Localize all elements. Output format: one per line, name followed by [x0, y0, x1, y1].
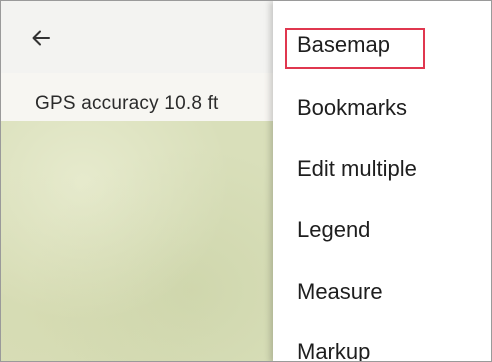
menu-item-markup[interactable]: Markup	[297, 339, 370, 361]
gps-accuracy-text: GPS accuracy 10.8 ft	[35, 93, 219, 114]
menu-item-bookmarks[interactable]: Bookmarks	[297, 95, 407, 121]
arrow-left-icon	[32, 30, 50, 46]
menu-item-measure[interactable]: Measure	[297, 279, 383, 305]
map-view[interactable]	[1, 121, 273, 361]
basemap-highlight-box	[285, 28, 425, 69]
menu-item-edit-multiple[interactable]: Edit multiple	[297, 156, 417, 182]
back-button[interactable]	[23, 23, 59, 53]
top-bar	[1, 1, 273, 73]
app-frame: GPS accuracy 10.8 ft Basemap Bookmarks E…	[0, 0, 492, 362]
menu-item-legend[interactable]: Legend	[297, 217, 370, 243]
